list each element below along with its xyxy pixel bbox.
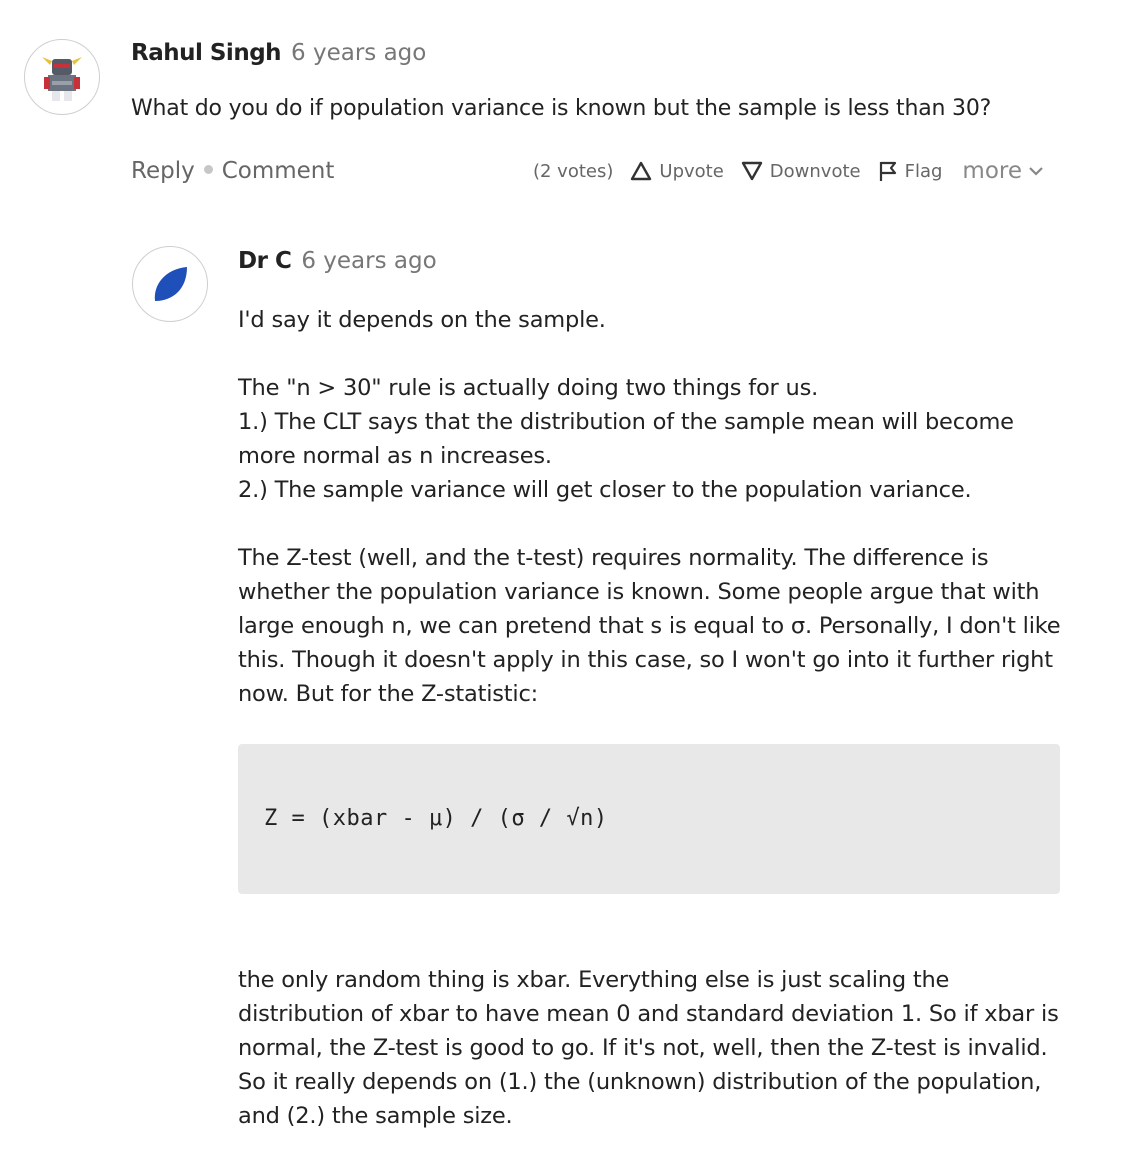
reply-paragraph-1: I'd say it depends on the sample. [238, 303, 1068, 337]
reply-paragraph-3: The Z-test (well, and the t-test) requir… [238, 541, 1068, 711]
robot-avatar-icon [42, 57, 82, 101]
comment-link[interactable]: Comment [222, 158, 335, 184]
upvote-icon [631, 161, 652, 181]
reply-time[interactable]: 6 years ago [301, 248, 436, 274]
reply-text: the only random thing is xbar. Everythin… [238, 967, 1059, 1129]
comment-time[interactable]: 6 years ago [291, 40, 426, 66]
vote-count: (2 votes) [532, 160, 614, 182]
flag-label: Flag [904, 160, 943, 182]
comment-author[interactable]: Rahul Singh [131, 40, 282, 66]
separator-dot [203, 165, 213, 174]
reply-text: The Z-test (well, and the t-test) requir… [238, 545, 1061, 707]
reply-text: I'd say it depends on the sample. [238, 307, 606, 333]
upvote-label: Upvote [659, 160, 724, 182]
user-avatar[interactable] [24, 39, 100, 115]
code-block: Z = (xbar - μ) / (σ / √n) [238, 744, 1060, 894]
flag-icon [879, 161, 896, 181]
reply-text: The "n > 30" rule is actually doing two … [238, 375, 1014, 503]
downvote-label: Downvote [769, 160, 861, 182]
reply-paragraph-2: The "n > 30" rule is actually doing two … [238, 371, 1068, 507]
downvote-icon [741, 161, 762, 181]
comment-text: What do you do if population variance is… [131, 96, 992, 121]
reply-author[interactable]: Dr C [238, 248, 292, 274]
leaf-icon [154, 267, 187, 301]
flag-button[interactable]: Flag [877, 159, 943, 183]
more-label: more [962, 158, 1022, 184]
reply-header: Dr C 6 years ago [238, 248, 437, 274]
reply-avatar[interactable] [132, 246, 208, 322]
comment-actions: Reply Comment [131, 158, 334, 184]
comment-header: Rahul Singh 6 years ago [131, 40, 426, 66]
chevron-down-icon [1029, 167, 1043, 176]
more-button[interactable]: more [962, 158, 1044, 184]
downvote-button[interactable]: Downvote [740, 160, 861, 182]
reply-link[interactable]: Reply [131, 158, 195, 184]
formula-text: Z = (xbar - μ) / (σ / √n) [264, 806, 608, 831]
reply-paragraph-4: the only random thing is xbar. Everythin… [238, 963, 1068, 1133]
vote-actions: (2 votes) Upvote Downvote Flag more [533, 158, 1044, 184]
upvote-button[interactable]: Upvote [629, 160, 724, 182]
